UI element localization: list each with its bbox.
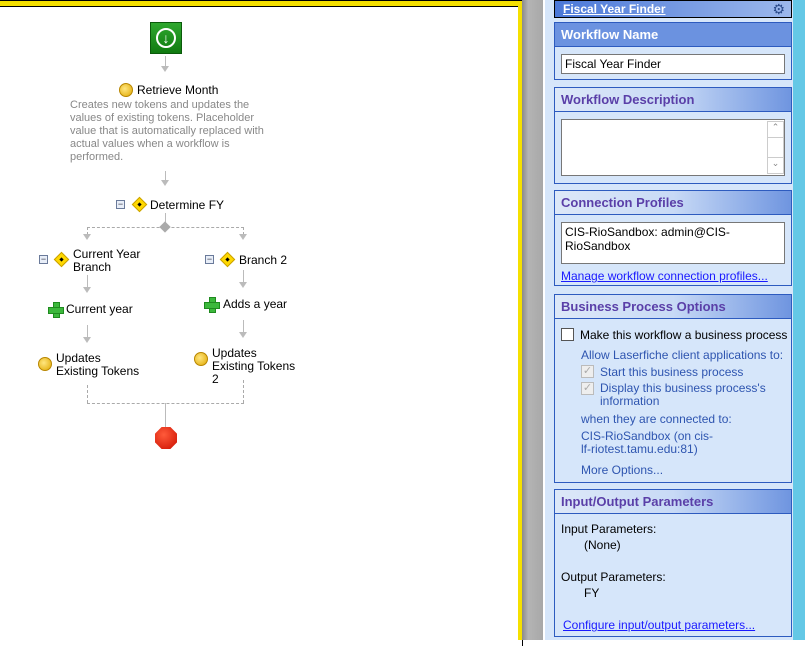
splitter[interactable] — [522, 0, 543, 640]
display-info-checkbox: ✓ — [581, 382, 594, 395]
step-description: Creates new tokens and updates the value… — [70, 99, 264, 163]
business-process-label: Make this workflow a business process — [580, 328, 788, 342]
arrow — [161, 66, 169, 72]
step-updates-existing-tokens[interactable]: Updates Existing Tokens — [56, 352, 146, 378]
output-parameters-value: FY — [584, 586, 600, 600]
more-options-link[interactable]: More Options... — [581, 463, 663, 477]
arrow — [239, 234, 247, 240]
start-icon[interactable]: ↓ — [150, 22, 182, 54]
right-edge — [793, 0, 805, 640]
scrollbar[interactable]: ⌃ ⌄ — [767, 121, 784, 174]
input-parameters-value: (None) — [584, 538, 621, 552]
workflow-description-input[interactable] — [561, 119, 785, 176]
io-parameters-section: Input/Output Parameters Input Parameters… — [554, 489, 792, 637]
display-info-label: Display this business process's informat… — [600, 381, 766, 408]
input-parameters-label: Input Parameters: — [561, 522, 657, 536]
configure-parameters-link[interactable]: Configure input/output parameters... — [563, 618, 755, 632]
connection-profiles-section: Connection Profiles CIS-RioSandbox: admi… — [554, 190, 792, 286]
section-header[interactable]: Workflow Name — [555, 23, 791, 47]
section-header[interactable]: Business Process Options — [555, 295, 791, 319]
section-header[interactable]: Input/Output Parameters — [555, 490, 791, 514]
arrow — [83, 234, 91, 240]
connector — [165, 403, 166, 427]
token-icon — [119, 83, 133, 97]
start-process-label: Start this business process — [600, 365, 744, 379]
connector — [243, 270, 244, 282]
branch-2[interactable]: Branch 2 — [239, 254, 287, 267]
step-current-year[interactable]: Current year — [66, 303, 133, 316]
business-process-checkbox[interactable] — [561, 328, 574, 341]
branch-line — [243, 380, 244, 403]
workflow-title-link[interactable]: Fiscal Year Finder — [563, 2, 666, 16]
section-header[interactable]: Connection Profiles — [555, 191, 791, 215]
when-connected-label: when they are connected to: — [581, 412, 732, 426]
collapse-icon[interactable]: − — [116, 200, 125, 209]
step-updates-existing-tokens-2[interactable]: Updates Existing Tokens 2 — [212, 347, 302, 386]
business-process-section: Business Process Options Make this workf… — [554, 294, 792, 483]
gear-icon[interactable]: ⚙ — [772, 1, 785, 17]
workflow-canvas[interactable] — [0, 0, 523, 646]
branch-current-year[interactable]: Current Year Branch — [73, 248, 153, 274]
section-header[interactable]: Workflow Description — [555, 88, 791, 112]
collapse-icon[interactable]: − — [39, 255, 48, 264]
step-determine-fy[interactable]: Determine FY — [150, 199, 224, 212]
allow-label: Allow Laserfiche client applications to: — [581, 348, 784, 362]
arrow — [161, 180, 169, 186]
branch-line — [87, 385, 88, 403]
branch-line — [87, 227, 244, 228]
output-parameters-label: Output Parameters: — [561, 570, 666, 584]
scroll-up-icon[interactable]: ⌃ — [768, 122, 783, 138]
collapse-icon[interactable]: − — [205, 255, 214, 264]
workflow-name-input[interactable]: Fiscal Year Finder — [561, 54, 785, 74]
connector — [243, 320, 244, 332]
token-icon — [194, 352, 208, 366]
step-retrieve-month[interactable]: Retrieve Month — [137, 84, 218, 97]
step-adds-a-year[interactable]: Adds a year — [223, 298, 287, 311]
server-label: CIS-RioSandbox (on cis-lf-riotest.tamu.e… — [581, 429, 714, 456]
scroll-down-icon[interactable]: ⌄ — [768, 157, 783, 173]
workflow-name-section: Workflow Name Fiscal Year Finder — [554, 22, 792, 80]
canvas-border — [0, 0, 522, 1]
assign-token-icon — [204, 297, 220, 313]
workflow-description-section: Workflow Description ⌃ ⌄ — [554, 87, 792, 184]
arrow — [239, 282, 247, 288]
assign-token-icon — [48, 302, 64, 318]
manage-connection-profiles-link[interactable]: Manage workflow connection profiles... — [561, 269, 768, 283]
token-icon — [38, 357, 52, 371]
arrow — [83, 337, 91, 343]
start-process-checkbox: ✓ — [581, 365, 594, 378]
arrow — [83, 287, 91, 293]
connector — [87, 325, 88, 337]
title-bar: Fiscal Year Finder ⚙ — [554, 0, 792, 18]
arrow — [239, 332, 247, 338]
connector — [87, 275, 88, 287]
connection-profiles-list[interactable]: CIS-RioSandbox: admin@CIS-RioSandbox — [561, 222, 785, 264]
